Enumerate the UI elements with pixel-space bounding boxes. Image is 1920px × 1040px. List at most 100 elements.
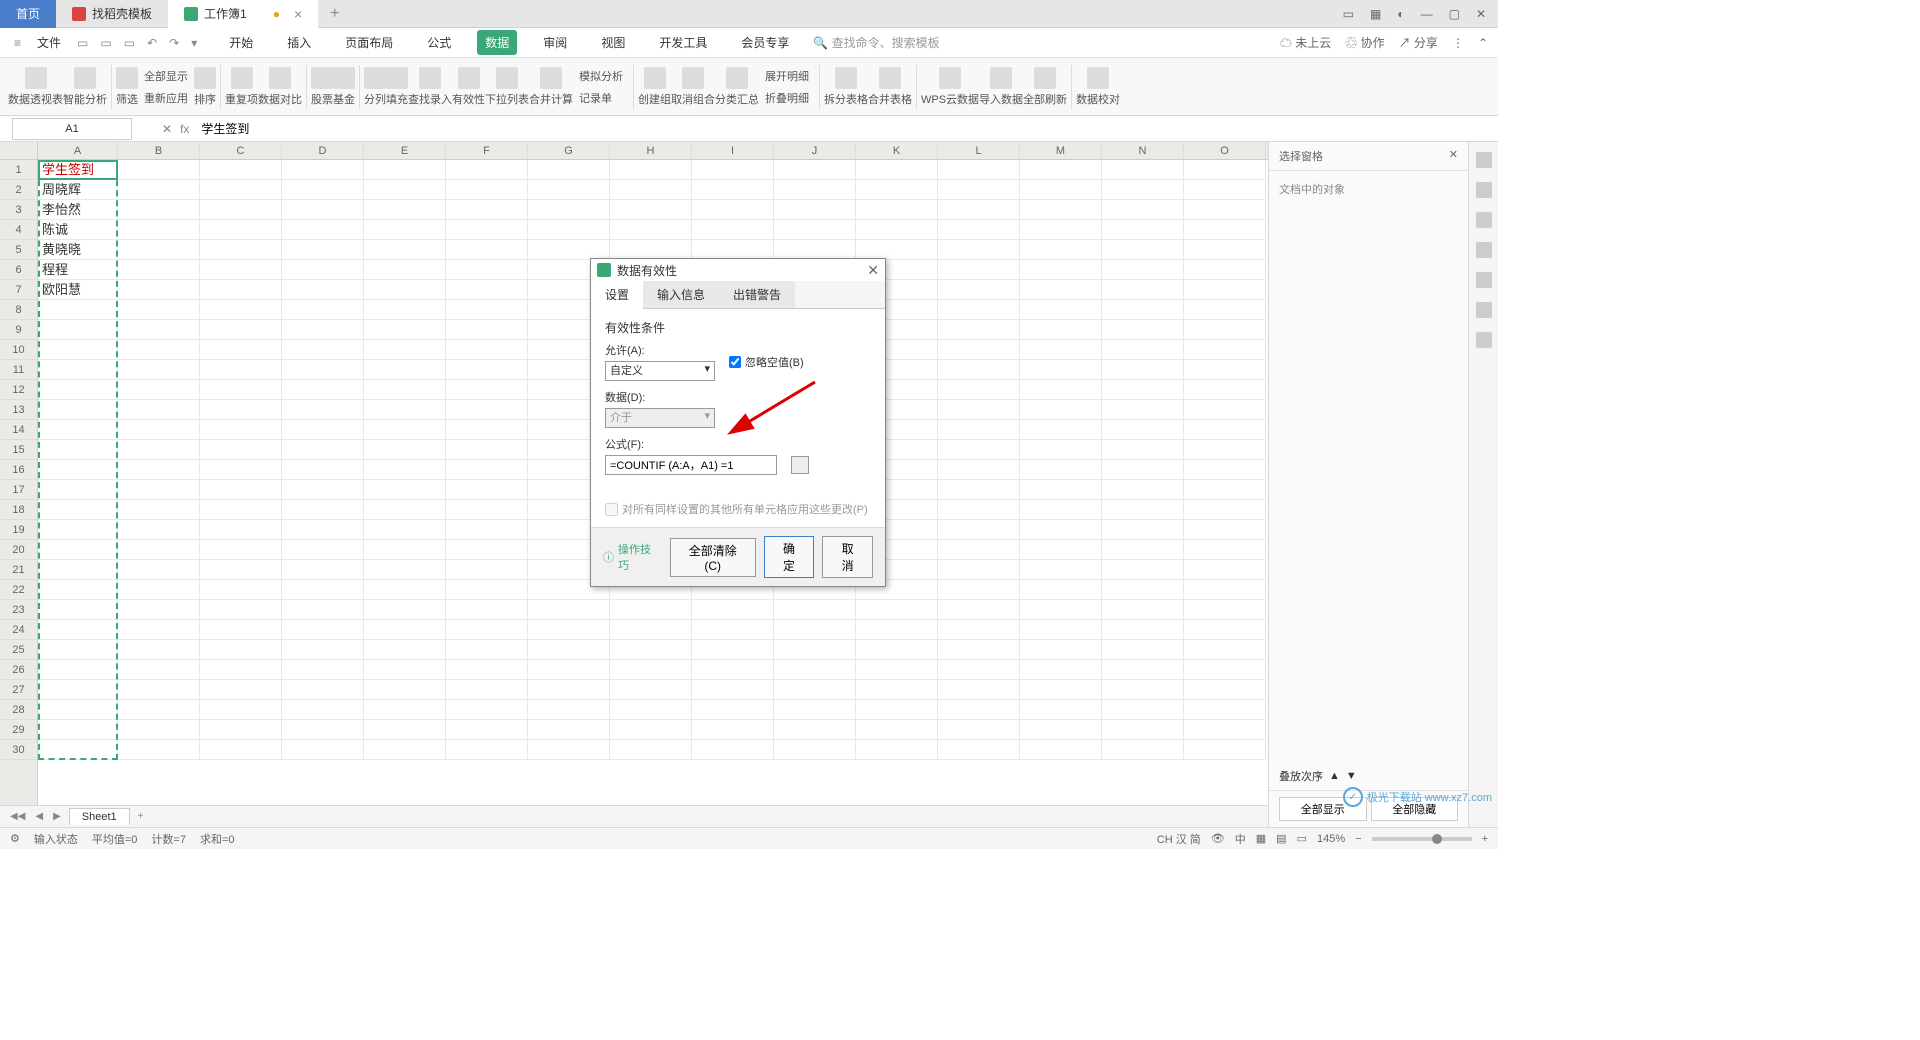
cell[interactable] <box>118 580 200 600</box>
cell[interactable] <box>364 740 446 760</box>
ribbon-whatif[interactable]: 模拟分析 <box>573 66 629 86</box>
cell[interactable] <box>528 680 610 700</box>
view-page-icon[interactable]: ▭ <box>1297 832 1307 845</box>
cell[interactable] <box>774 740 856 760</box>
cell[interactable] <box>118 740 200 760</box>
ribbon-fill[interactable]: 填充 <box>386 67 408 107</box>
cell[interactable] <box>938 320 1020 340</box>
cell[interactable] <box>200 480 282 500</box>
cell[interactable] <box>446 180 528 200</box>
row-header[interactable]: 10 <box>0 340 37 360</box>
cell[interactable] <box>1020 360 1102 380</box>
cell[interactable] <box>938 720 1020 740</box>
cell[interactable] <box>118 500 200 520</box>
cell[interactable] <box>938 240 1020 260</box>
cell[interactable] <box>118 620 200 640</box>
cell[interactable] <box>282 640 364 660</box>
cell[interactable] <box>1184 540 1266 560</box>
cell[interactable] <box>1184 440 1266 460</box>
cell[interactable] <box>282 220 364 240</box>
cell[interactable] <box>38 320 118 340</box>
cell[interactable] <box>774 160 856 180</box>
cancel-button[interactable]: 取消 <box>822 536 873 578</box>
cell[interactable] <box>38 420 118 440</box>
cell[interactable] <box>282 700 364 720</box>
cell[interactable] <box>938 500 1020 520</box>
minimize-icon[interactable]: — <box>1417 7 1437 21</box>
cell[interactable] <box>446 340 528 360</box>
cell[interactable] <box>38 380 118 400</box>
cell[interactable] <box>938 420 1020 440</box>
cell[interactable] <box>856 740 938 760</box>
row-header[interactable]: 20 <box>0 540 37 560</box>
cell[interactable] <box>200 700 282 720</box>
cell[interactable] <box>118 300 200 320</box>
print-icon[interactable]: ▭ <box>96 36 115 50</box>
cell[interactable] <box>118 640 200 660</box>
cell[interactable] <box>1184 380 1266 400</box>
cell[interactable] <box>38 580 118 600</box>
row-header[interactable]: 2 <box>0 180 37 200</box>
tab-home[interactable]: 首页 <box>0 0 56 28</box>
cell[interactable] <box>364 720 446 740</box>
cell[interactable] <box>446 500 528 520</box>
ribbon-expand[interactable]: 展开明细 <box>759 66 815 86</box>
col-header[interactable]: B <box>118 142 200 159</box>
fx-label[interactable]: fx <box>180 122 189 136</box>
cell[interactable] <box>446 440 528 460</box>
cell[interactable] <box>1184 580 1266 600</box>
dropdown-icon[interactable]: ▾ <box>187 36 201 50</box>
cell[interactable] <box>364 460 446 480</box>
cell[interactable] <box>200 360 282 380</box>
cell[interactable] <box>1184 260 1266 280</box>
row-header[interactable]: 18 <box>0 500 37 520</box>
cell[interactable] <box>1184 640 1266 660</box>
cell[interactable] <box>1020 720 1102 740</box>
cell[interactable] <box>1184 400 1266 420</box>
cell[interactable] <box>1102 480 1184 500</box>
cell[interactable] <box>1102 680 1184 700</box>
row-header[interactable]: 9 <box>0 320 37 340</box>
cell[interactable] <box>1020 220 1102 240</box>
row-header[interactable]: 5 <box>0 240 37 260</box>
cell[interactable] <box>282 280 364 300</box>
cell[interactable] <box>282 340 364 360</box>
zoom-value[interactable]: 145% <box>1317 833 1345 845</box>
cell[interactable] <box>528 640 610 660</box>
cell[interactable] <box>282 580 364 600</box>
row-header[interactable]: 15 <box>0 440 37 460</box>
cell[interactable] <box>364 440 446 460</box>
tips-link[interactable]: ⓘ 操作技巧 <box>603 541 654 573</box>
cell[interactable] <box>774 220 856 240</box>
cell[interactable] <box>446 360 528 380</box>
cell[interactable] <box>938 280 1020 300</box>
ribbon-mergesheet[interactable]: 合并表格 <box>868 67 912 107</box>
cell[interactable] <box>200 260 282 280</box>
view-eye-icon[interactable]: 👁 <box>1211 832 1225 845</box>
save-icon[interactable]: ▭ <box>73 36 92 50</box>
cell[interactable] <box>528 720 610 740</box>
cell[interactable] <box>282 500 364 520</box>
cell[interactable] <box>774 660 856 680</box>
col-header[interactable]: K <box>856 142 938 159</box>
cell[interactable] <box>692 200 774 220</box>
view-normal-icon[interactable]: ▦ <box>1256 832 1266 845</box>
cell[interactable] <box>118 340 200 360</box>
cell[interactable] <box>1102 260 1184 280</box>
cell[interactable] <box>38 500 118 520</box>
cell[interactable] <box>856 180 938 200</box>
cell[interactable] <box>38 620 118 640</box>
cell[interactable] <box>1184 180 1266 200</box>
cell[interactable] <box>1102 420 1184 440</box>
cell[interactable] <box>364 160 446 180</box>
cell[interactable] <box>1020 200 1102 220</box>
cell[interactable] <box>1102 360 1184 380</box>
menu-tab-data[interactable]: 数据 <box>477 30 517 55</box>
user-icon[interactable]: ◐ <box>1393 7 1408 21</box>
row-header[interactable]: 17 <box>0 480 37 500</box>
cell[interactable] <box>610 680 692 700</box>
formula-input[interactable] <box>605 455 777 475</box>
cell[interactable] <box>282 420 364 440</box>
cell[interactable] <box>200 640 282 660</box>
cell[interactable] <box>610 220 692 240</box>
